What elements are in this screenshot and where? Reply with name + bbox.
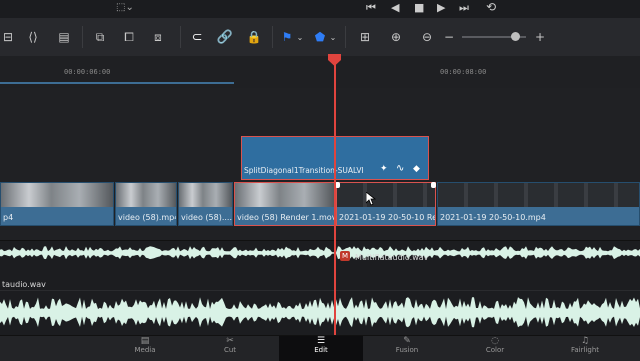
- nav-media[interactable]: ▤ Media: [110, 336, 180, 361]
- replace-clip-icon[interactable]: ▤: [54, 28, 74, 46]
- cut-icon: ✂: [226, 336, 234, 346]
- edit-point-handle[interactable]: [335, 182, 340, 188]
- nav-edit[interactable]: ☰ Edit: [279, 336, 363, 361]
- playhead[interactable]: [334, 58, 336, 338]
- clip-label: p4: [3, 213, 14, 222]
- timeline-ruler[interactable]: 00:00:06:00 00:00:08:00: [0, 56, 640, 89]
- insert-clip-icon[interactable]: ⊟: [0, 28, 16, 46]
- nav-label: Cut: [223, 346, 237, 354]
- audio-clip-label: Multiflataudio.wav: [355, 253, 429, 262]
- place-on-top-icon[interactable]: ⧉: [90, 28, 110, 46]
- nav-label: Media: [134, 346, 156, 354]
- position-lock-icon[interactable]: 🔒: [246, 28, 262, 46]
- nav-label: Edit: [314, 346, 328, 354]
- mouse-cursor-icon: [366, 192, 376, 206]
- clip-thumbnail: [1, 183, 113, 207]
- curve-icon: ∿: [396, 163, 405, 174]
- video-clip[interactable]: video (58).mp4: [115, 182, 177, 226]
- ruler-timecode: 00:00:08:00: [440, 68, 487, 76]
- fairlight-icon: ♫: [580, 336, 590, 346]
- nav-label: Fusion: [395, 346, 419, 354]
- flag-icon[interactable]: ⚑: [281, 28, 293, 46]
- color-icon: ◌: [491, 336, 499, 346]
- clip-thumbnail: [337, 183, 435, 207]
- loop-icon[interactable]: ⟲: [486, 0, 496, 14]
- marker-icon[interactable]: ⬟: [314, 28, 326, 46]
- nav-label: Color: [485, 346, 505, 354]
- audio-clip-label: taudio.wav: [2, 280, 46, 289]
- nav-color[interactable]: ◌ Color: [460, 336, 530, 361]
- edit-point-handle[interactable]: [431, 182, 436, 188]
- marker-dropdown-icon[interactable]: ⌄: [328, 28, 338, 46]
- ruler-range-bar: [0, 82, 234, 84]
- skip-to-start-icon[interactable]: ⏮: [366, 1, 376, 15]
- clip-thumbnail: [179, 183, 232, 207]
- append-icon[interactable]: ⧠: [120, 28, 138, 46]
- skip-to-end-icon[interactable]: ⏭: [459, 1, 469, 15]
- audio-waveform: [0, 246, 640, 260]
- custom-zoom-icon[interactable]: ⊖: [416, 28, 438, 46]
- clip-thumbnail: [116, 183, 176, 207]
- overwrite-clip-icon[interactable]: ⟨⟩: [24, 28, 42, 46]
- zoom-out-icon[interactable]: −: [444, 28, 454, 46]
- video-clip[interactable]: 2021-01-19 20-50-10.mp4: [437, 182, 640, 226]
- reverse-play-icon[interactable]: ◀: [391, 1, 399, 14]
- keyframe-icon: ◆: [413, 164, 420, 174]
- audio-track-2[interactable]: [0, 290, 640, 336]
- audio-track-1[interactable]: taudio.wav Multiflataudio.wav: [0, 240, 640, 291]
- audio-clip-badge: M: [340, 251, 350, 261]
- zoom-slider-handle[interactable]: [511, 32, 520, 41]
- fx-icon: ✦: [380, 164, 388, 174]
- media-icon: ▤: [140, 336, 150, 346]
- transport-bar: ⬚⌄ ⏮ ◀ ■ ▶ ⏭ ⟲: [0, 0, 640, 19]
- stop-icon[interactable]: ■: [414, 1, 424, 14]
- nav-fusion[interactable]: ✎ Fusion: [372, 336, 442, 361]
- play-icon[interactable]: ▶: [437, 1, 445, 14]
- zoom-in-icon[interactable]: +: [535, 28, 545, 46]
- clip-label: video (58)....: [181, 213, 232, 222]
- clip-label: 2021-01-19 20-50-10 Re...: [339, 213, 436, 222]
- audio-waveform: [0, 297, 640, 328]
- flag-dropdown-icon[interactable]: ⌄: [295, 28, 305, 46]
- full-extent-zoom-icon[interactable]: ⊞: [354, 28, 376, 46]
- nav-cut[interactable]: ✂ Cut: [195, 336, 265, 361]
- clip-thumbnail: [235, 183, 334, 207]
- selection-tool-icon[interactable]: ⬚⌄: [116, 2, 134, 13]
- clip-label: video (58) Render 1.mov: [237, 213, 335, 222]
- video-clip[interactable]: p4: [0, 182, 114, 226]
- clip-label: 2021-01-19 20-50-10.mp4: [440, 213, 546, 222]
- clip-thumbnail: [438, 183, 639, 207]
- edit-icon: ☰: [316, 336, 326, 346]
- page-navigation: ▤ Media ✂ Cut ☰ Edit ✎ Fusion ◌ Color ♫ …: [0, 335, 640, 361]
- nav-fairlight[interactable]: ♫ Fairlight: [550, 336, 620, 361]
- snapping-icon[interactable]: ⊂: [188, 28, 206, 46]
- linked-selection-icon[interactable]: 🔗: [216, 28, 234, 46]
- nav-label: Fairlight: [570, 346, 599, 354]
- fusion-icon: ✎: [403, 336, 411, 346]
- ripple-overwrite-icon[interactable]: ⧈: [148, 28, 168, 46]
- playhead-handle-icon[interactable]: [328, 54, 341, 66]
- video-clip-selected[interactable]: 2021-01-19 20-50-10 Re...: [336, 182, 436, 226]
- ruler-timecode: 00:00:06:00: [64, 68, 111, 76]
- video-clip[interactable]: video (58)....: [178, 182, 233, 226]
- edit-toolbar: ⊟ ⟨⟩ ▤ ⧉ ⧠ ⧈ ⊂ 🔗 🔒 ⚑ ⌄ ⬟ ⌄ ⊞ ⊕ ⊖ − +: [0, 18, 640, 57]
- detail-zoom-icon[interactable]: ⊕: [386, 28, 406, 46]
- clip-label: video (58).mp4: [118, 213, 177, 222]
- video-clip-selected[interactable]: video (58) Render 1.mov: [234, 182, 335, 226]
- transition-label: SplitDiagonal1Transition-SUALVI: [244, 166, 364, 175]
